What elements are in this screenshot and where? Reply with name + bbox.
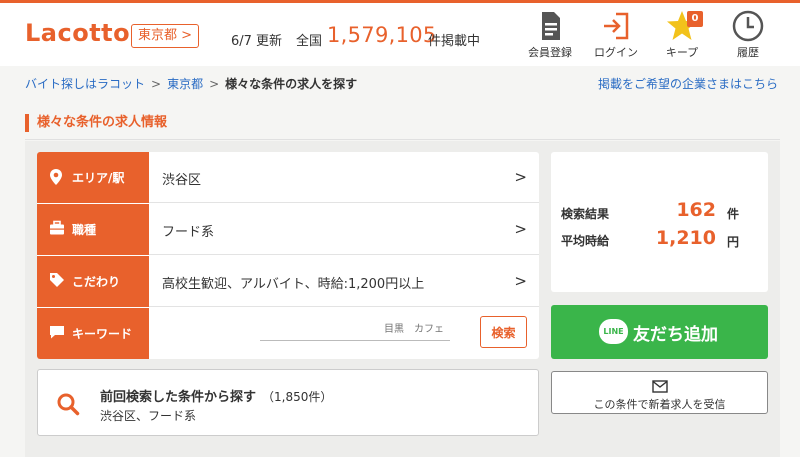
notify-button-label: この条件で新着求人を受信: [593, 398, 726, 411]
form-label: こだわり: [37, 256, 149, 307]
keep-count-badge: 0: [687, 11, 703, 27]
previous-search-title: 前回検索した条件から探す （1,850件）: [100, 390, 333, 405]
form-row-job-type[interactable]: 職種 フード系 >: [37, 204, 539, 255]
section-title: 様々な条件の求人情報: [25, 114, 167, 132]
nav-member-register[interactable]: 会員登録: [515, 9, 585, 60]
total-label: 全国: [296, 34, 323, 49]
total-suffix: 件掲載中: [428, 34, 481, 49]
previous-search-count: （1,850件）: [262, 390, 333, 404]
briefcase-icon: [50, 220, 64, 235]
search-form: エリア/駅 渋谷区 > 職種 フード系 > こだわり 高校生歓迎、アルバイト、時…: [37, 152, 539, 359]
map-pin-icon: [50, 169, 62, 185]
form-label: エリア/駅: [37, 152, 149, 203]
search-button[interactable]: 検索: [480, 316, 527, 348]
nav-label: 会員登録: [528, 46, 572, 59]
search-icon: [57, 393, 80, 416]
result-count-label: 検索結果: [561, 207, 610, 221]
previous-search-card[interactable]: 前回検索した条件から探す （1,850件） 渋谷区、フード系: [37, 369, 539, 436]
breadcrumb-home-link[interactable]: バイト探しはラコット: [25, 77, 145, 91]
nav-login[interactable]: ログイン: [581, 9, 651, 60]
form-row-preferences[interactable]: こだわり 高校生歓迎、アルバイト、時給:1,200円以上 >: [37, 256, 539, 307]
form-label: 職種: [37, 204, 149, 255]
nav-label: ログイン: [594, 46, 638, 59]
breadcrumb: バイト探しはラコット > 東京都 > 様々な条件の求人を探す: [25, 75, 357, 92]
breadcrumb-separator: >: [209, 77, 220, 91]
result-count-value: 162: [676, 199, 716, 221]
total-job-count: 1,579,105: [327, 23, 437, 47]
tag-icon: [50, 273, 64, 287]
speech-bubble-icon: [50, 326, 64, 339]
form-value: フード系: [162, 225, 215, 240]
result-count-unit: 件: [727, 207, 740, 221]
update-date: 6/7 更新: [231, 34, 283, 49]
site-header: Lacotto 東京都 > 6/7 更新 全国 1,579,105 件掲載中 会…: [0, 3, 800, 66]
average-wage-unit: 円: [727, 235, 740, 249]
form-value: 渋谷区: [162, 173, 202, 188]
chevron-right-icon: >: [514, 168, 527, 186]
form-row-area[interactable]: エリア/駅 渋谷区 >: [37, 152, 539, 203]
line-button-label: 友だち追加: [633, 325, 718, 345]
advertiser-link[interactable]: 掲載をご希望の企業さまはこちら: [598, 75, 778, 92]
breadcrumb-current: 様々な条件の求人を探す: [225, 77, 358, 91]
previous-search-conditions: 渋谷区、フード系: [100, 409, 197, 423]
breadcrumb-prefecture-link[interactable]: 東京都: [167, 77, 203, 91]
form-value: 高校生歓迎、アルバイト、時給:1,200円以上: [162, 277, 425, 292]
form-label: キーワード: [37, 308, 149, 359]
average-wage-label: 平均時給: [561, 234, 610, 248]
breadcrumb-separator: >: [151, 77, 162, 91]
chevron-right-icon: >: [514, 272, 527, 290]
keyword-input[interactable]: [260, 319, 450, 341]
line-add-friend-button[interactable]: LINE 友だち追加: [551, 305, 768, 359]
chevron-right-icon: >: [514, 220, 527, 238]
site-logo[interactable]: Lacotto: [25, 19, 130, 47]
search-result-summary: 検索結果 162 件 平均時給 1,210 円: [551, 152, 768, 292]
nav-label: 履歴: [737, 46, 759, 59]
mail-icon: [652, 380, 668, 393]
nav-keep[interactable]: 0 キープ: [647, 9, 717, 60]
clock-icon: [732, 10, 764, 42]
new-job-notify-button[interactable]: この条件で新着求人を受信: [551, 371, 768, 414]
line-logo-icon: LINE: [599, 319, 628, 344]
member-register-icon: [542, 12, 560, 40]
login-icon: [604, 12, 629, 40]
section-divider: [25, 139, 780, 140]
nav-label: キープ: [665, 46, 699, 59]
prefecture-select-button[interactable]: 東京都 >: [131, 24, 200, 48]
nav-history[interactable]: 履歴: [713, 9, 783, 60]
average-wage-value: 1,210: [655, 227, 716, 249]
